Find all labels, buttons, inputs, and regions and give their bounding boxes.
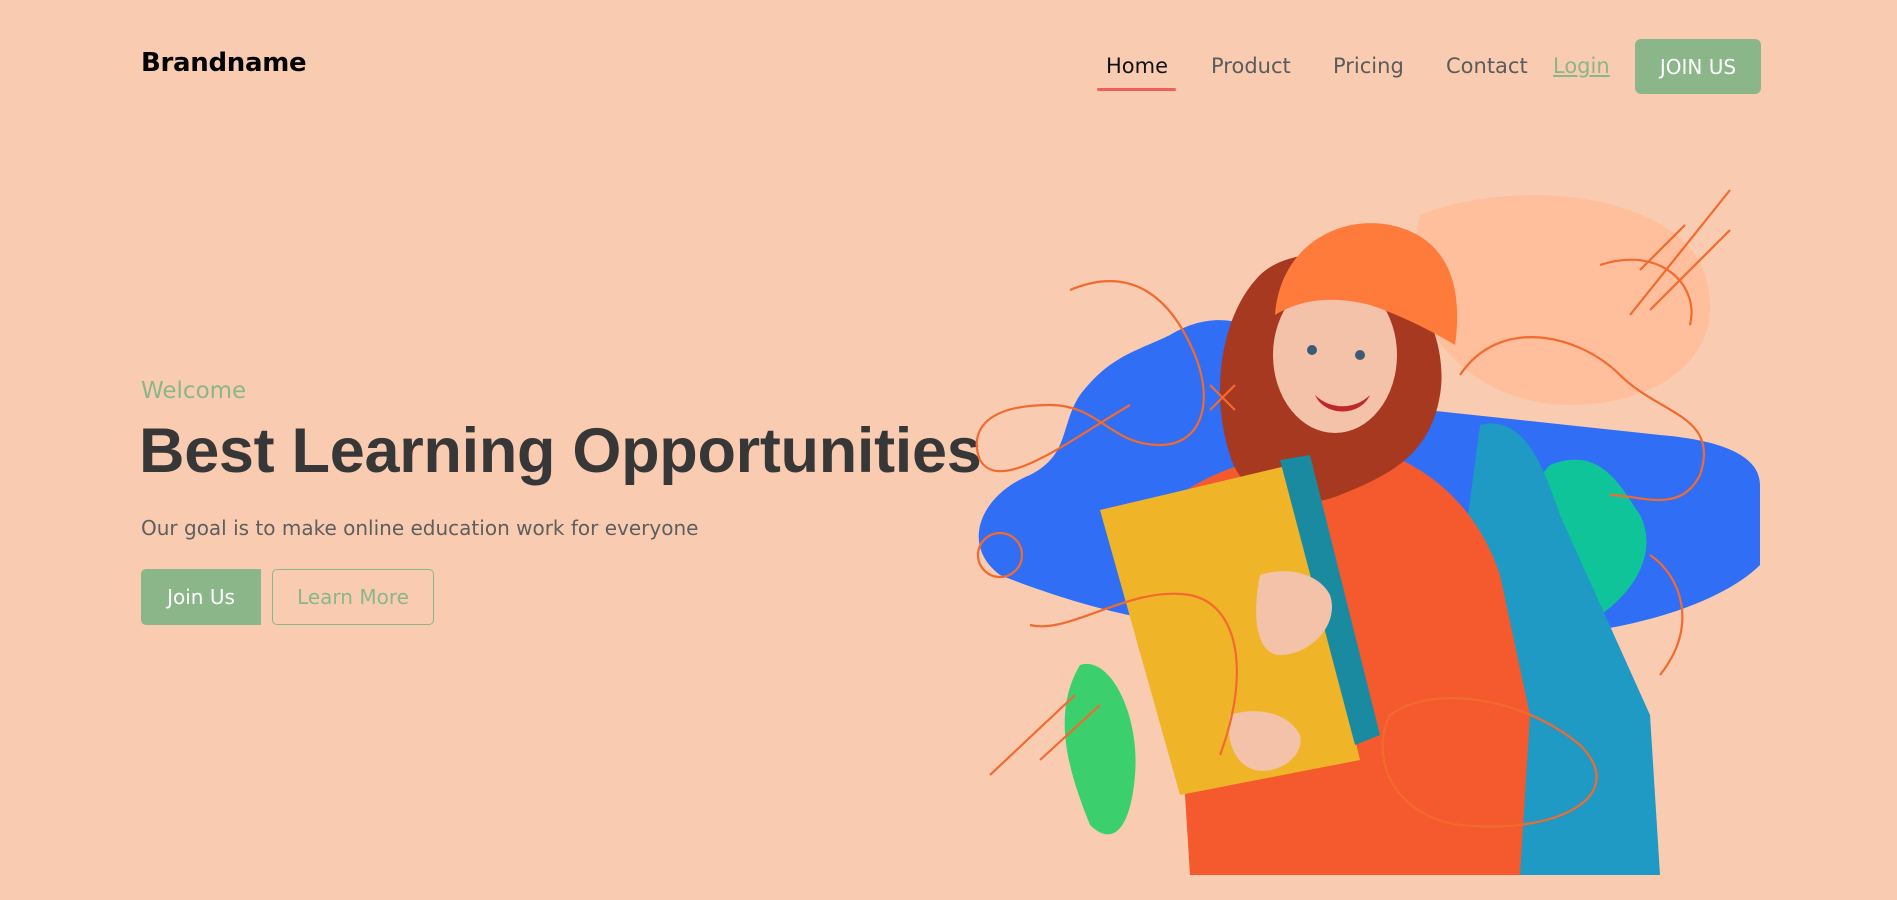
join-us-header-button[interactable]: JOIN US [1635, 39, 1761, 94]
hero-illustration [975, 189, 1760, 875]
learn-more-button[interactable]: Learn More [272, 569, 434, 625]
nav-pricing[interactable]: Pricing [1333, 54, 1404, 78]
join-us-button[interactable]: Join Us [141, 569, 261, 625]
hero-subtitle: Our goal is to make online education wor… [141, 516, 699, 540]
peach-blob [1414, 195, 1711, 405]
green-blob-left [1064, 663, 1136, 835]
landing-page: Brandname Home Product Pricing Contact L… [0, 0, 1897, 900]
nav-home[interactable]: Home [1106, 54, 1168, 78]
nav-contact[interactable]: Contact [1446, 54, 1528, 78]
brand-logo[interactable]: Brandname [141, 48, 307, 78]
hero-title: Best Learning Opportunities [139, 416, 982, 486]
login-link[interactable]: Login [1553, 54, 1610, 78]
nav-product[interactable]: Product [1211, 54, 1291, 78]
hero-eyebrow: Welcome [141, 378, 247, 404]
active-nav-indicator [1097, 88, 1176, 91]
